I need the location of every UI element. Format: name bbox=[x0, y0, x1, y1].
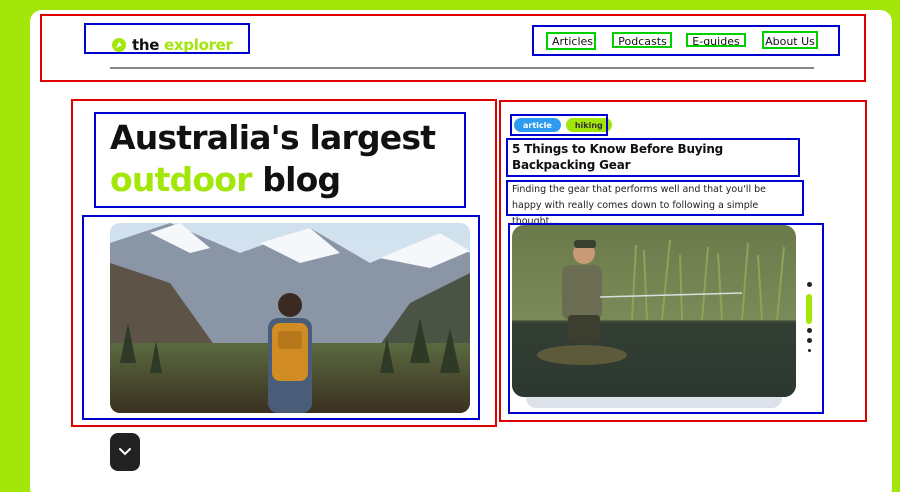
nav-articles-outline bbox=[546, 32, 596, 50]
hero-title-outline bbox=[94, 112, 466, 208]
carousel-dot-4[interactable] bbox=[808, 349, 811, 352]
scroll-down-button[interactable] bbox=[110, 433, 140, 471]
header-divider bbox=[110, 67, 814, 69]
carousel-dot-active[interactable] bbox=[806, 294, 812, 324]
page-container: the explorer Articles Podcasts E-guides … bbox=[30, 10, 892, 492]
post-excerpt-outline bbox=[506, 180, 804, 216]
carousel-dot-2[interactable] bbox=[807, 328, 812, 333]
chevron-down-icon bbox=[119, 448, 131, 456]
carousel-dot-1[interactable] bbox=[807, 282, 812, 287]
tags-outline bbox=[510, 114, 608, 136]
nav-about-outline bbox=[762, 31, 818, 49]
carousel-dot-3[interactable] bbox=[807, 338, 812, 343]
post-image-outline bbox=[508, 223, 824, 414]
hero-image-outline bbox=[82, 215, 480, 420]
nav-podcasts-outline bbox=[612, 32, 672, 48]
logo-outline bbox=[84, 23, 250, 54]
post-title-outline bbox=[506, 138, 800, 177]
nav-eguides-outline bbox=[686, 33, 746, 47]
carousel-indicator[interactable] bbox=[806, 282, 814, 357]
